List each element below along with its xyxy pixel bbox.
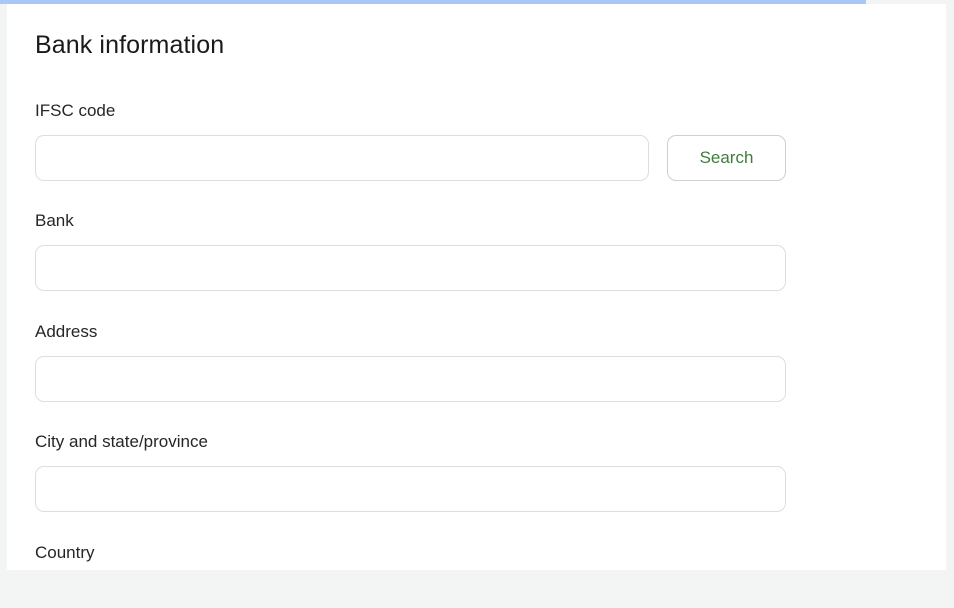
ifsc-code-label: IFSC code [35,101,116,120]
country-label: Country [35,543,95,562]
section-title: Bank information [35,31,225,59]
ifsc-code-input[interactable] [35,135,649,181]
search-button[interactable]: Search [667,135,786,181]
address-label: Address [35,322,98,341]
city-state-input[interactable] [35,466,786,512]
bank-label: Bank [35,211,74,230]
city-state-label: City and state/province [35,432,208,451]
address-input[interactable] [35,356,786,402]
bank-information-panel: Bank information IFSC code Search Bank A… [7,4,946,570]
bank-input[interactable] [35,245,786,291]
